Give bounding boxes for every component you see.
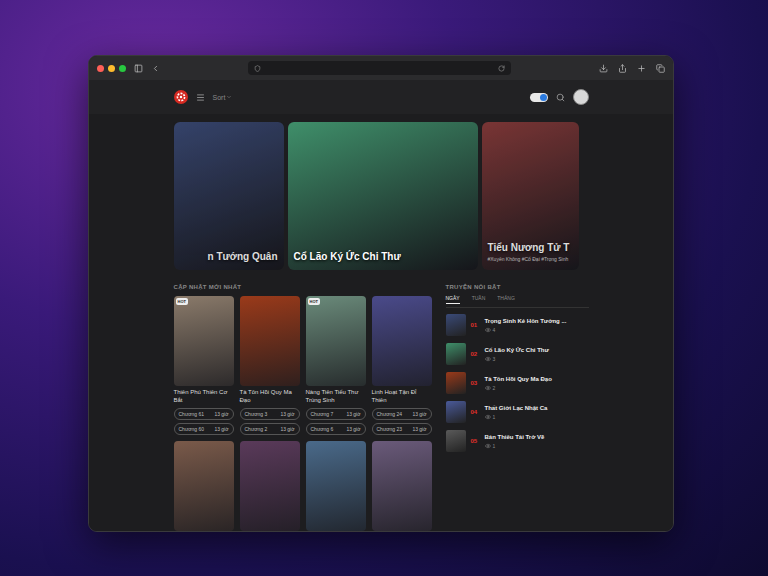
hero-slide[interactable]: n Tướng Quân: [174, 122, 284, 270]
new-tab-icon[interactable]: [637, 64, 646, 73]
section-title: TRUYỆN NỔI BẬT: [446, 284, 589, 290]
featured-rank: 02: [471, 351, 480, 357]
featured-title[interactable]: Bán Thiêu Tái Trở Về: [485, 434, 545, 440]
featured-thumb[interactable]: [446, 343, 466, 365]
view-count: 2: [485, 385, 552, 391]
share-icon[interactable]: [618, 64, 627, 73]
eye-icon: [485, 327, 491, 333]
featured-thumb[interactable]: [446, 401, 466, 423]
hero-carousel[interactable]: n Tướng Quân Cổ Lão Ký Ức Chi Thư Tiểu Nươ…: [174, 122, 589, 270]
eye-icon: [485, 385, 491, 391]
theme-toggle[interactable]: [530, 93, 548, 102]
featured-tab[interactable]: TUẦN: [472, 295, 486, 304]
chapter-link[interactable]: Chương 713 giờ: [306, 408, 366, 420]
search-icon[interactable]: [556, 93, 565, 102]
hero-tags: #Xuyên Không #Cổ Đại #Trọng Sinh: [488, 256, 569, 262]
shield-icon: [254, 65, 261, 72]
featured-thumb[interactable]: [446, 314, 466, 336]
hero-title: Cổ Lão Ký Ức Chi Thư: [294, 251, 401, 262]
featured-rank: 01: [471, 322, 480, 328]
featured-item[interactable]: 02 Cổ Lão Ký Ức Chi Thư 3: [446, 342, 589, 366]
story-badge: HOT: [176, 298, 188, 305]
featured-thumb[interactable]: [446, 430, 466, 452]
chapter-link[interactable]: Chương 213 giờ: [240, 423, 300, 435]
featured-thumb[interactable]: [446, 372, 466, 394]
chevron-down-icon: [226, 94, 232, 100]
browser-window: Sort n Tướng Quân Cổ Lão Ký Ức Chi Thư Tiểu…: [88, 55, 674, 532]
view-count: 1: [485, 414, 548, 420]
featured-title[interactable]: Trọng Sinh Kẻ Hôn Tướng ...: [485, 318, 567, 324]
story-cover[interactable]: [306, 441, 366, 531]
featured-tab[interactable]: NGÀY: [446, 295, 460, 304]
story-title[interactable]: Tà Tôn Hồi Quy Ma Đạo: [240, 389, 300, 405]
featured-item[interactable]: 05 Bán Thiêu Tái Trở Về 1: [446, 429, 589, 453]
sidebar-icon[interactable]: [134, 64, 143, 73]
featured-rank: 05: [471, 438, 480, 444]
site-header: Sort: [89, 80, 673, 114]
menu-icon[interactable]: [196, 93, 205, 102]
hero-title: n Tướng Quân: [208, 251, 278, 262]
hero-title: Tiểu Nương Tử T: [488, 242, 570, 253]
featured-rank: 04: [471, 409, 480, 415]
eye-icon: [485, 356, 491, 362]
eye-icon: [485, 414, 491, 420]
section-title: CẬP NHẬT MỚI NHẤT: [174, 284, 432, 290]
user-avatar[interactable]: [573, 89, 589, 105]
hero-slide[interactable]: Tiểu Nương Tử T #Xuyên Không #Cổ Đại #Trọ…: [482, 122, 579, 270]
featured-title[interactable]: Cổ Lão Ký Ức Chi Thư: [485, 347, 549, 353]
address-bar[interactable]: [248, 61, 511, 75]
reload-icon[interactable]: [498, 65, 505, 72]
story-badge: HOT: [308, 298, 320, 305]
minimize-button[interactable]: [108, 65, 115, 72]
eye-icon: [485, 443, 491, 449]
featured-item[interactable]: 03 Tà Tôn Hồi Quy Ma Đạo 2: [446, 371, 589, 395]
hero-slide[interactable]: Cổ Lão Ký Ức Chi Thư: [288, 122, 478, 270]
chapter-link[interactable]: Chương 6113 giờ: [174, 408, 234, 420]
featured-tabs: NGÀY TUẦN THÁNG: [446, 295, 589, 308]
tabs-icon[interactable]: [656, 64, 665, 73]
menu-dropdown[interactable]: Sort: [213, 94, 233, 101]
close-button[interactable]: [97, 65, 104, 72]
story-card[interactable]: HOT Thiên Phú Thiên Cơ Bắt Chương 6113 giờ…: [174, 296, 234, 435]
story-cover[interactable]: [372, 296, 432, 386]
view-count: 4: [485, 327, 567, 333]
featured-section: TRUYỆN NỔI BẬT NGÀY TUẦN THÁNG 01 Trọng Sinh …: [446, 284, 589, 531]
story-title[interactable]: Thiên Phú Thiên Cơ Bắt: [174, 389, 234, 405]
story-cover[interactable]: [240, 441, 300, 531]
story-card[interactable]: Linh Hoạt Tận Đỉ Thiên Chương 2413 giờ Chư…: [372, 296, 432, 435]
featured-item[interactable]: 04 Thất Giới Lạc Nhật Ca 1: [446, 400, 589, 424]
window-controls[interactable]: [97, 65, 126, 72]
story-card[interactable]: Tà Tôn Hồi Quy Ma Đạo Chương 313 giờ Chươn…: [240, 296, 300, 435]
story-cover[interactable]: [240, 296, 300, 386]
featured-item[interactable]: 01 Trọng Sinh Kẻ Hôn Tướng ... 4: [446, 313, 589, 337]
desktop: Sort n Tướng Quân Cổ Lão Ký Ức Chi Thư Tiểu…: [0, 0, 768, 576]
story-cover[interactable]: HOT: [174, 296, 234, 386]
zoom-button[interactable]: [119, 65, 126, 72]
browser-toolbar: [89, 56, 673, 80]
view-count: 3: [485, 356, 549, 362]
back-icon[interactable]: [151, 64, 160, 73]
logo-icon[interactable]: [174, 90, 188, 104]
chapter-link[interactable]: Chương 613 giờ: [306, 423, 366, 435]
view-count: 1: [485, 443, 545, 449]
chapter-link[interactable]: Chương 313 giờ: [240, 408, 300, 420]
chapter-link[interactable]: Chương 2313 giờ: [372, 423, 432, 435]
story-cover[interactable]: [372, 441, 432, 531]
featured-tab[interactable]: THÁNG: [497, 295, 515, 304]
chapter-link[interactable]: Chương 6013 giờ: [174, 423, 234, 435]
story-title[interactable]: Nàng Tiên Tiểu Thư Trùng Sinh: [306, 389, 366, 405]
featured-title[interactable]: Tà Tôn Hồi Quy Ma Đạo: [485, 376, 552, 382]
story-title[interactable]: Linh Hoạt Tận Đỉ Thiên: [372, 389, 432, 405]
featured-rank: 03: [471, 380, 480, 386]
latest-section: CẬP NHẬT MỚI NHẤT HOT Thiên Phú Thiên Cơ B…: [174, 284, 432, 531]
story-cover[interactable]: [174, 441, 234, 531]
story-cover[interactable]: HOT: [306, 296, 366, 386]
chapter-link[interactable]: Chương 2413 giờ: [372, 408, 432, 420]
story-card[interactable]: HOT Nàng Tiên Tiểu Thư Trùng Sinh Chương 7…: [306, 296, 366, 435]
featured-title[interactable]: Thất Giới Lạc Nhật Ca: [485, 405, 548, 411]
download-icon[interactable]: [599, 64, 608, 73]
